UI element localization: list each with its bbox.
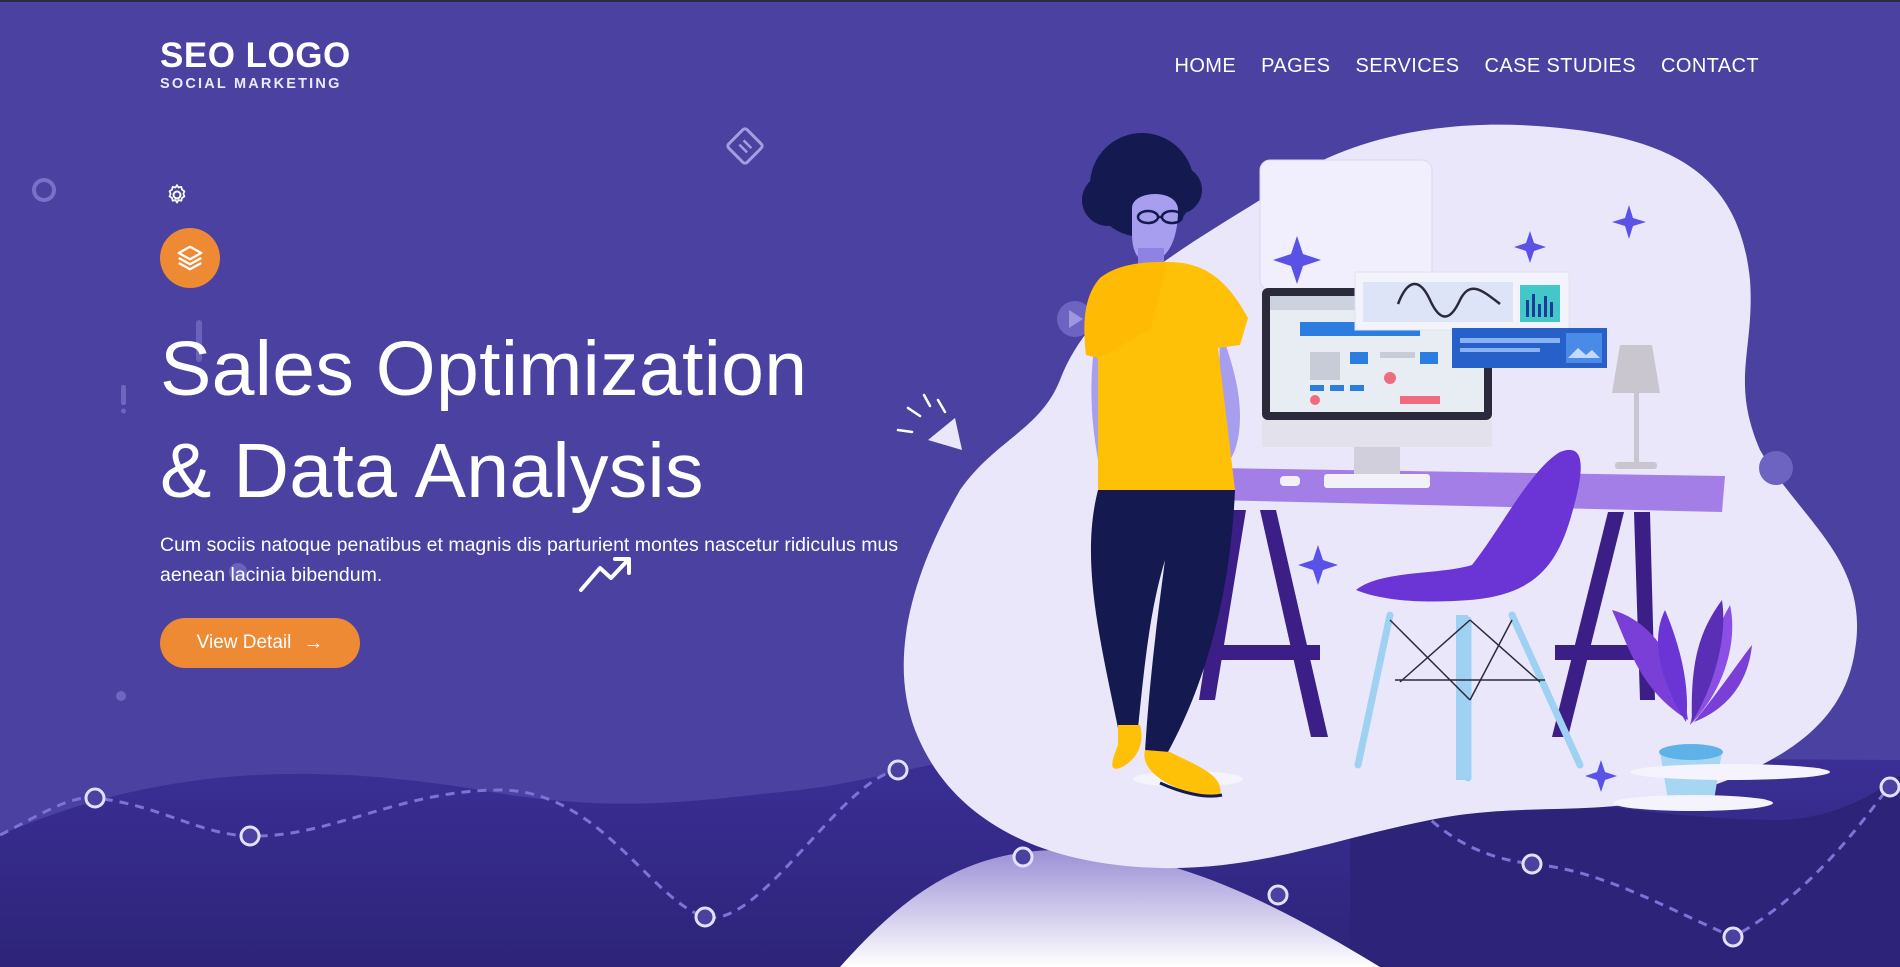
hero-description: Cum sociis natoque penatibus et magnis d…: [160, 534, 899, 586]
view-detail-label: View Detail: [196, 632, 292, 653]
view-detail-button[interactable]: View Detail →: [160, 618, 360, 668]
hero-title-line-2: & Data Analysis: [160, 428, 704, 514]
logo-subtitle: SOCIAL MARKETING: [160, 76, 342, 92]
main-nav: HOME PAGES SERVICES CASE STUDIES CONTACT: [1174, 55, 1759, 78]
layers-badge: [160, 228, 220, 288]
hero-title: Sales Optimization & Data Analysis: [160, 318, 807, 522]
logo[interactable]: SEO LOGO SOCIAL MARKETING: [160, 38, 351, 92]
arrow-right-icon: →: [303, 632, 324, 654]
layers-icon: [177, 245, 203, 271]
nav-pages[interactable]: PAGES: [1261, 55, 1330, 78]
megaphone-icon: [896, 393, 962, 450]
lamp: [1612, 345, 1660, 393]
nav-contact[interactable]: CONTACT: [1661, 55, 1759, 78]
nav-home[interactable]: HOME: [1174, 55, 1236, 78]
nav-case-studies[interactable]: CASE STUDIES: [1485, 55, 1637, 78]
logo-title: SEO LOGO: [160, 36, 351, 75]
gear-icon: [168, 184, 186, 204]
nav-services[interactable]: SERVICES: [1356, 55, 1460, 78]
hero-title-line-1: Sales Optimization: [160, 326, 808, 412]
